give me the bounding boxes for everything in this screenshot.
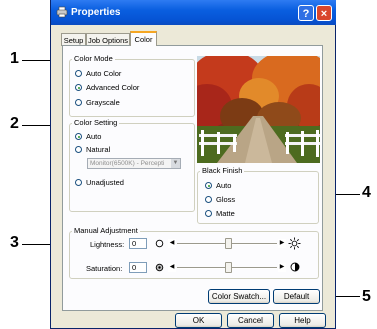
radio-matte[interactable] [205,210,212,217]
chevron-down-icon[interactable]: ▼ [171,159,180,168]
tab-color[interactable]: Color [130,31,157,46]
auto-color-label[interactable]: Auto Color [86,69,121,78]
properties-dialog: Properties ? × Setup Job Options Color C… [50,0,336,329]
color-profile-value: Monitor(6500K) - Percepti [90,160,165,167]
radio-unadjusted[interactable] [75,179,82,186]
color-setting-legend: Color Setting [72,118,120,127]
saturation-increase-button[interactable]: ▶ [278,263,286,272]
finish-auto-label[interactable]: Auto [216,181,231,190]
setting-auto-label[interactable]: Auto [86,132,101,141]
radio-natural[interactable] [75,146,82,153]
default-button[interactable]: Default [273,289,320,304]
manual-adjustment-legend: Manual Adjustment [72,226,140,235]
saturation-slider-thumb[interactable] [225,262,232,273]
callout-3: 3 [10,234,19,251]
radio-auto-color[interactable] [75,70,82,77]
saturation-label: Saturation: [86,264,123,273]
callout-5: 5 [362,288,371,305]
title-bar[interactable]: Properties ? × [51,0,336,25]
low-saturation-icon [155,263,164,272]
lightness-input[interactable]: 0 [129,238,147,249]
high-saturation-icon [290,262,300,272]
unadjusted-label[interactable]: Unadjusted [86,178,124,187]
radio-gloss[interactable] [205,196,212,203]
saturation-decrease-button[interactable]: ◀ [168,263,176,272]
callout-2: 2 [10,115,19,132]
printer-icon [56,6,68,18]
help-button[interactable]: Help [279,313,326,328]
sun-icon [288,237,301,250]
black-finish-legend: Black Finish [200,166,245,175]
title-close-button[interactable]: × [316,5,332,21]
color-mode-legend: Color Mode [72,54,115,63]
title-help-button[interactable]: ? [298,5,314,21]
lightness-label: Lightness: [90,240,125,249]
radio-finish-auto[interactable] [205,182,212,189]
callout-4: 4 [362,184,371,201]
color-swatch-button[interactable]: Color Swatch... [208,289,270,304]
lightness-slider-thumb[interactable] [225,238,232,249]
matte-label[interactable]: Matte [216,209,235,218]
radio-grayscale[interactable] [75,99,82,106]
saturation-input[interactable]: 0 [129,262,147,273]
cancel-button[interactable]: Cancel [227,313,274,328]
radio-advanced-color[interactable] [75,84,82,91]
gloss-label[interactable]: Gloss [216,195,235,204]
lightness-increase-button[interactable]: ▶ [278,239,286,248]
color-preview-image [197,56,320,163]
ok-button[interactable]: OK [175,313,222,328]
natural-label[interactable]: Natural [86,145,110,154]
radio-setting-auto[interactable] [75,133,82,140]
color-tab-panel: Color Mode Auto Color Advanced Color Gra… [62,45,323,311]
callout-1: 1 [10,50,19,67]
color-profile-select[interactable]: Monitor(6500K) - Percepti [87,158,181,169]
window-title: Properties [71,7,121,18]
lightness-decrease-button[interactable]: ◀ [168,239,176,248]
advanced-color-label[interactable]: Advanced Color [86,83,139,92]
low-light-icon [155,239,164,248]
grayscale-label[interactable]: Grayscale [86,98,120,107]
